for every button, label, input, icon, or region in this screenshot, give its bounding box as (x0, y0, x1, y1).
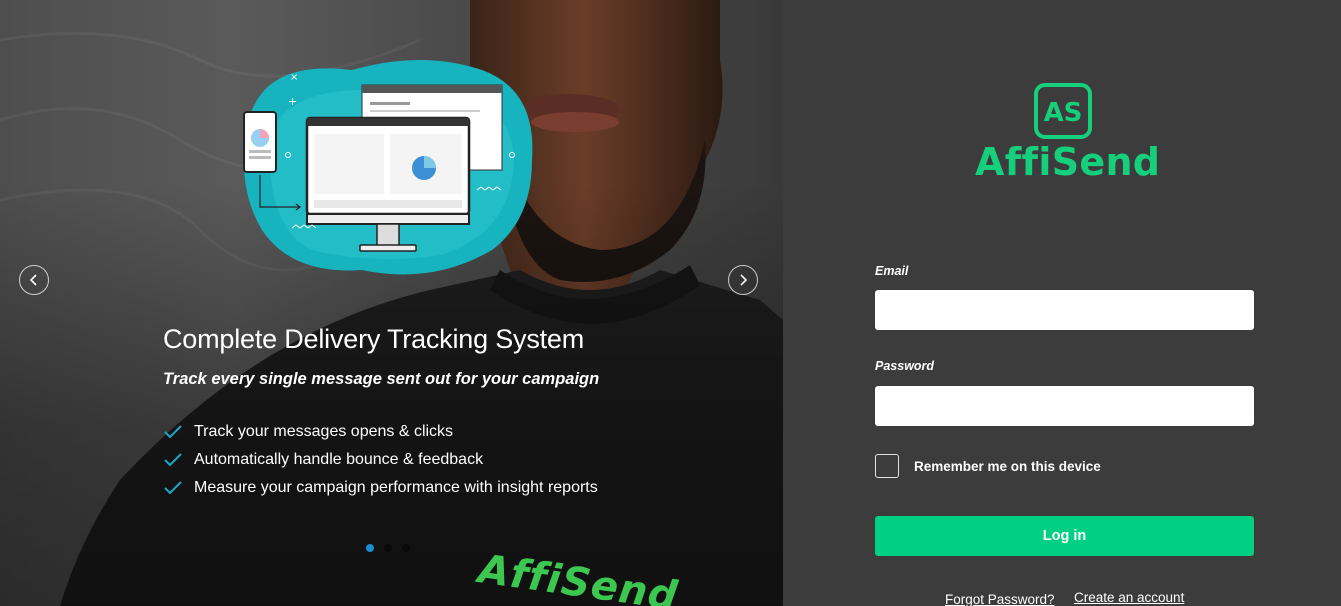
carousel-dot-2[interactable] (384, 544, 392, 552)
chevron-left-icon (29, 274, 37, 286)
chevron-right-icon (740, 274, 748, 286)
check-icon (164, 425, 182, 439)
affisend-logo-icon: AS (1034, 83, 1092, 139)
feature-text: Automatically handle bounce & feedback (194, 451, 484, 468)
carousel-next-button[interactable] (728, 265, 758, 295)
email-field[interactable] (875, 290, 1254, 330)
login-panel: AS AffiSend Email Password Remember me o… (783, 0, 1341, 606)
password-label: Password (875, 359, 935, 373)
feature-item: Automatically handle bounce & feedback (163, 446, 598, 474)
slide-subtitle: Track every single message sent out for … (163, 370, 600, 388)
svg-text:+: + (288, 95, 297, 108)
check-icon (164, 481, 182, 495)
email-label: Email (875, 264, 909, 278)
svg-text:AS: AS (1044, 98, 1083, 128)
carousel-indicators (366, 544, 410, 552)
create-account-link[interactable]: Create an account (1074, 590, 1184, 605)
slide-title: Complete Delivery Tracking System (163, 324, 585, 354)
feature-item: Measure your campaign performance with i… (163, 474, 598, 502)
remember-me[interactable]: Remember me on this device (875, 454, 1101, 478)
brand-name: AffiSend (975, 140, 1161, 184)
hero-carousel: × + Complete Delivery Tracking System Tr… (0, 0, 783, 606)
remember-label: Remember me on this device (914, 458, 1101, 474)
dashboard-illustration: × + (243, 60, 533, 275)
carousel-dot-3[interactable] (402, 544, 410, 552)
feature-text: Track your messages opens & clicks (194, 423, 454, 440)
login-button[interactable]: Log in (875, 516, 1254, 556)
remember-checkbox[interactable] (875, 454, 899, 478)
feature-list: Track your messages opens & clicks Autom… (163, 418, 598, 502)
feature-text: Measure your campaign performance with i… (194, 479, 598, 496)
feature-item: Track your messages opens & clicks (163, 418, 598, 446)
password-field[interactable] (875, 386, 1254, 426)
forgot-password-link[interactable]: Forgot Password? (945, 592, 1055, 606)
carousel-prev-button[interactable] (19, 265, 49, 295)
carousel-dot-1[interactable] (366, 544, 374, 552)
svg-text:×: × (290, 72, 298, 83)
check-icon (164, 453, 182, 467)
